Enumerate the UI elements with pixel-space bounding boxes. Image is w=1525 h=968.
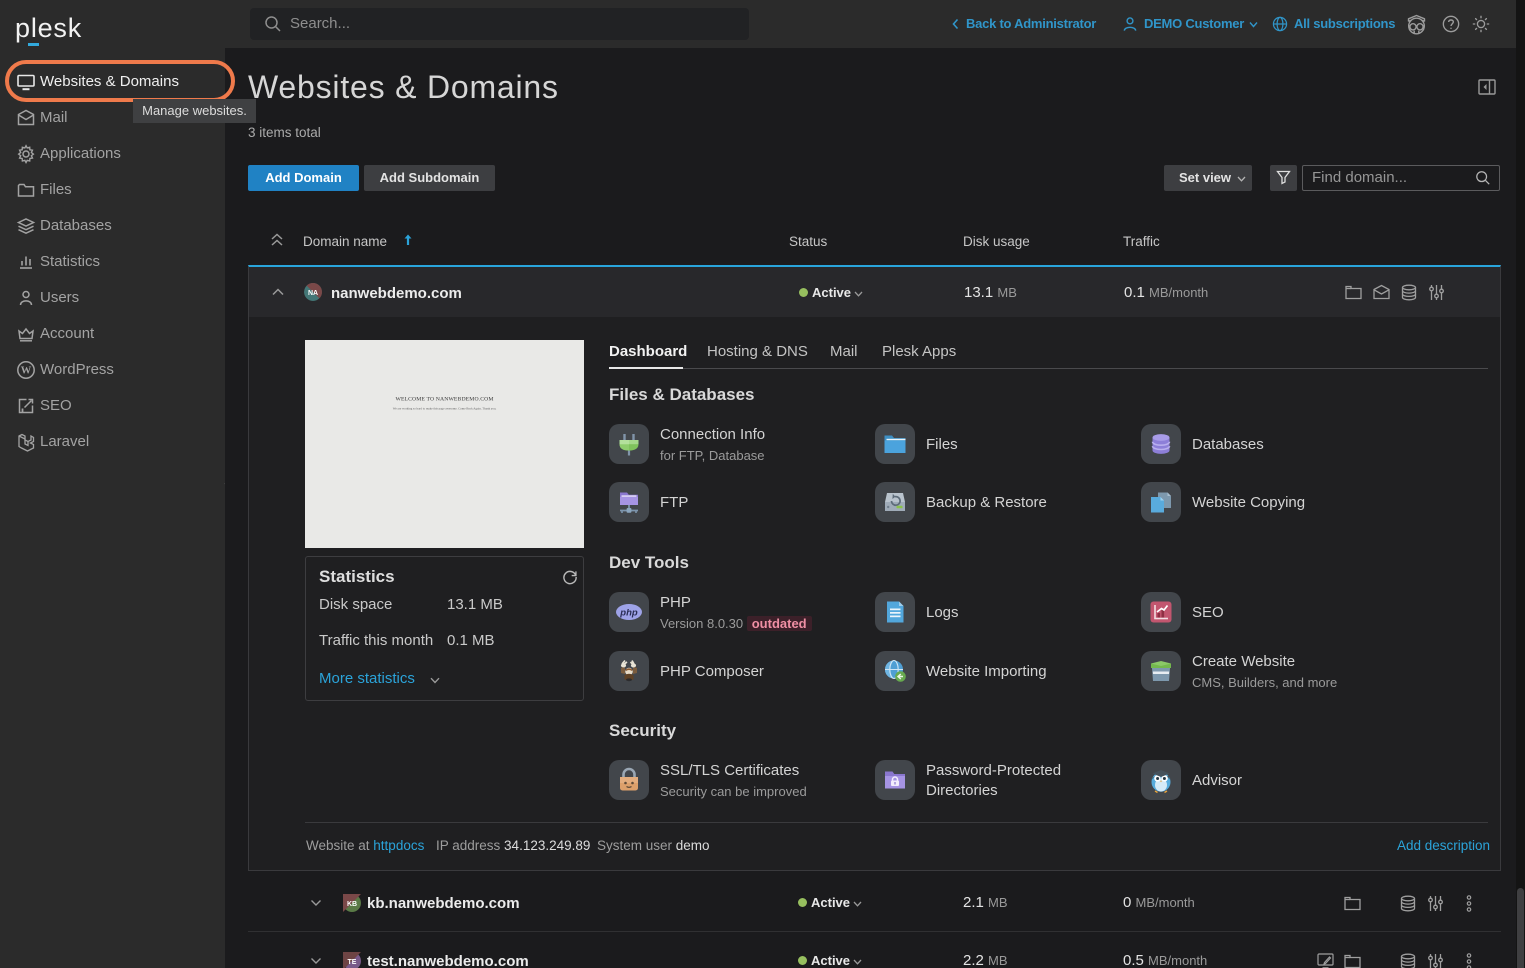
svg-text:NA: NA bbox=[308, 290, 318, 297]
svg-text:php: php bbox=[619, 607, 638, 618]
svg-text:KB: KB bbox=[347, 901, 357, 908]
svg-text:TE: TE bbox=[348, 959, 357, 966]
svg-text:W: W bbox=[21, 366, 32, 377]
